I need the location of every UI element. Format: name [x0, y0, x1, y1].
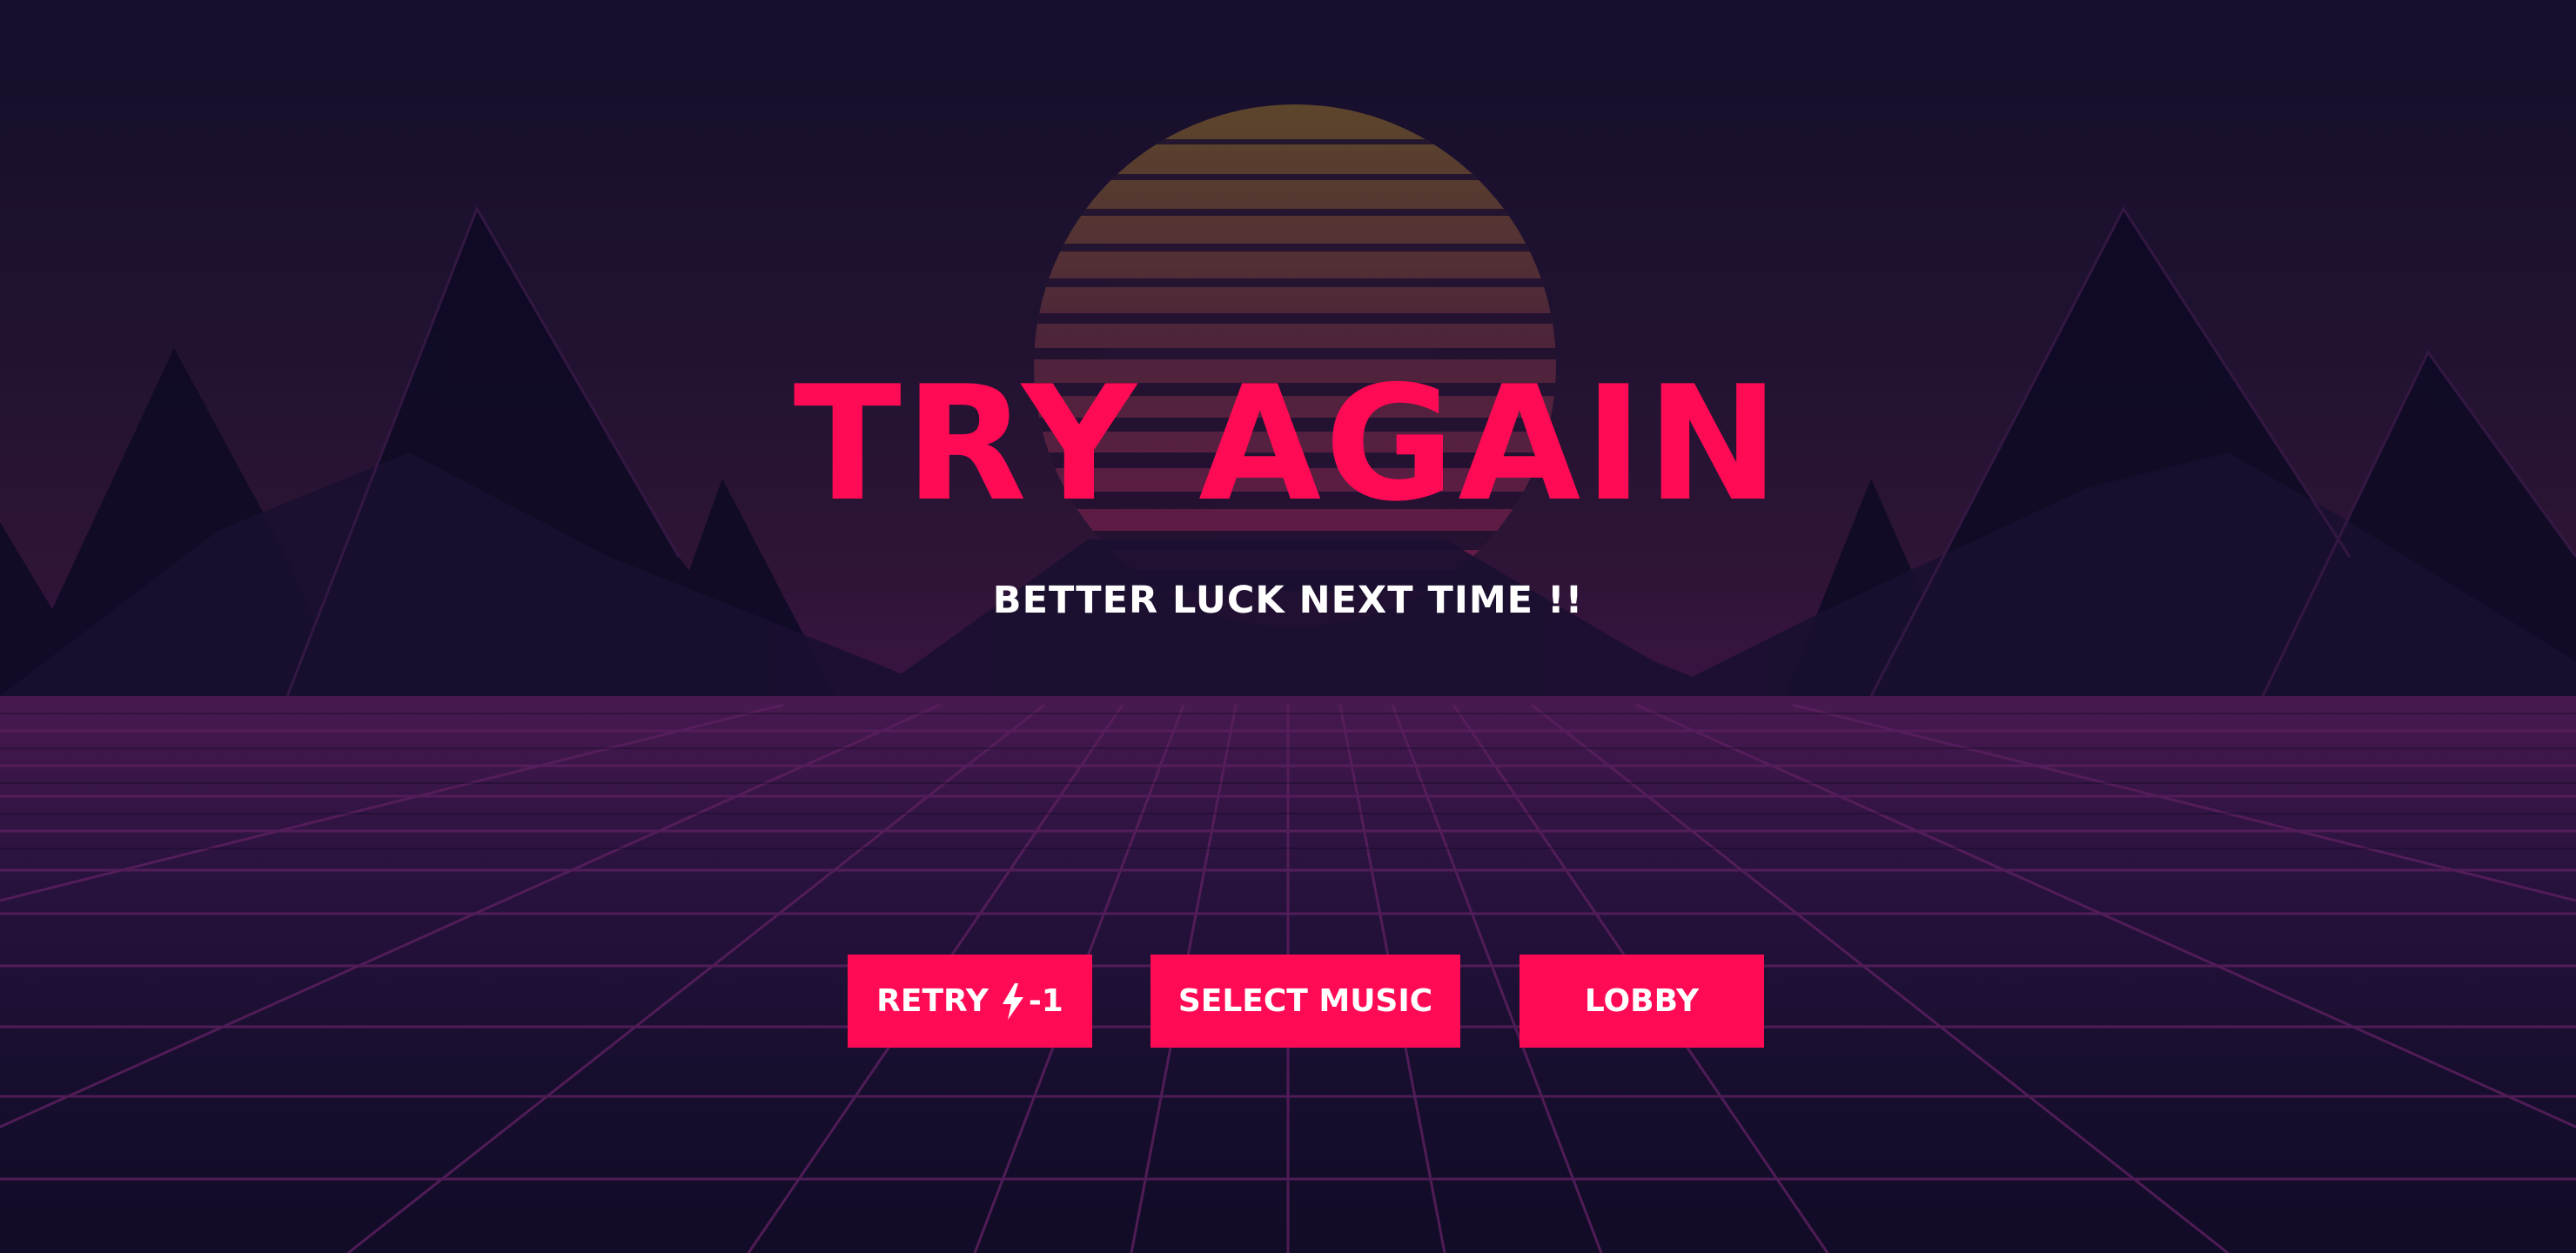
- retry-cost: -1: [1001, 982, 1063, 1020]
- retry-label: RETRY: [876, 983, 989, 1019]
- retry-button[interactable]: RETRY -1: [848, 955, 1092, 1048]
- game-over-screen: TRY AGAIN BETTER LUCK NEXT TIME !! RETRY…: [0, 0, 2576, 1253]
- lobby-button[interactable]: LOBBY: [1519, 955, 1764, 1048]
- title: TRY AGAIN: [793, 352, 1783, 536]
- select-music-button[interactable]: SELECT MUSIC: [1150, 955, 1460, 1048]
- select-music-label: SELECT MUSIC: [1177, 983, 1433, 1019]
- subtitle: BETTER LUCK NEXT TIME !!: [992, 579, 1584, 622]
- lightning-bolt-icon: [1002, 982, 1023, 1020]
- lobby-label: LOBBY: [1584, 983, 1700, 1019]
- synthwave-background: [0, 104, 2576, 1253]
- retry-cost-value: -1: [1028, 983, 1063, 1019]
